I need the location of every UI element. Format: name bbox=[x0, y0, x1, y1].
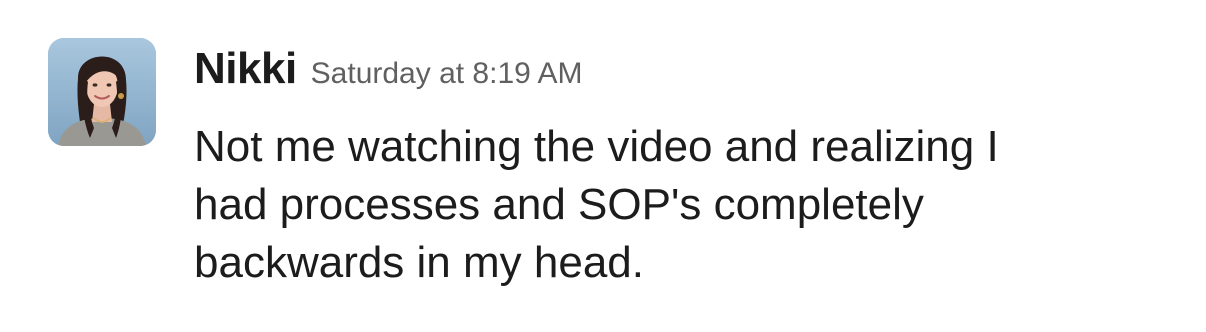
message-body: Not me watching the video and realizing … bbox=[194, 118, 1184, 292]
message-line: Not me watching the video and realizing … bbox=[194, 122, 999, 171]
sender-name[interactable]: Nikki bbox=[194, 44, 297, 94]
chat-message: Nikki Saturday at 8:19 AM Not me watchin… bbox=[0, 0, 1206, 332]
avatar[interactable] bbox=[48, 38, 156, 146]
message-line: backwards in my head. bbox=[194, 238, 644, 287]
message-line: had processes and SOP's completely bbox=[194, 180, 924, 229]
message-timestamp[interactable]: Saturday at 8:19 AM bbox=[311, 57, 583, 91]
message-header: Nikki Saturday at 8:19 AM bbox=[194, 44, 583, 100]
user-photo-avatar-icon bbox=[48, 38, 156, 146]
